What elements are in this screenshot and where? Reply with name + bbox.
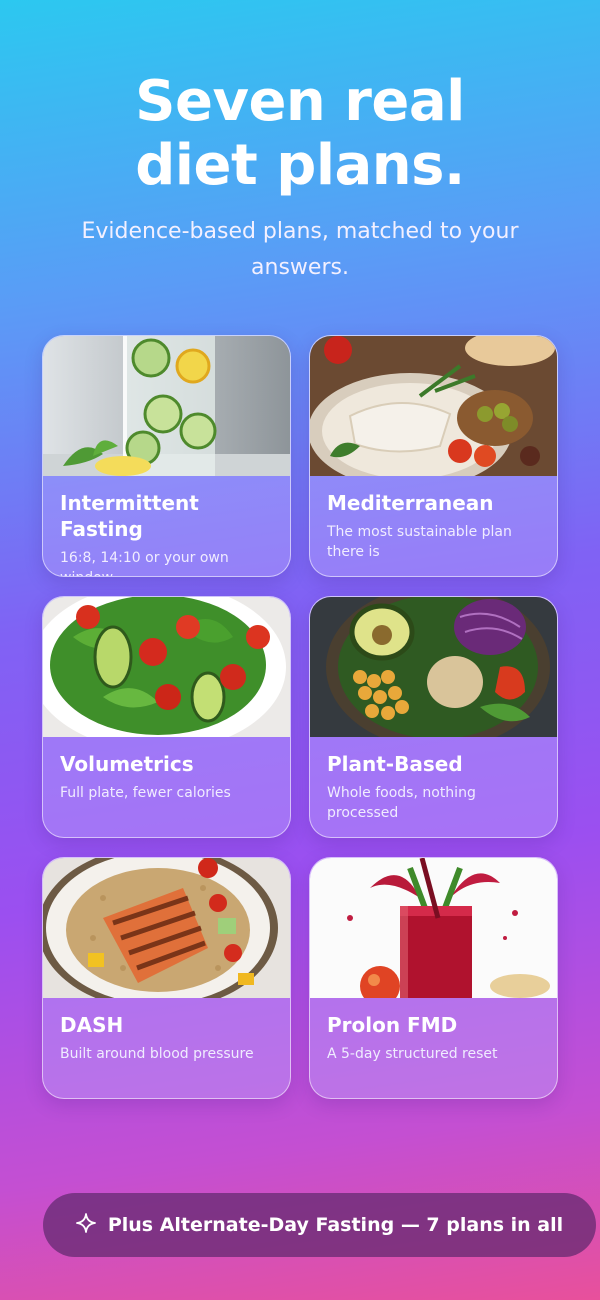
headline-line-2: diet plans.: [135, 133, 465, 198]
mediterranean-plate-image: [310, 336, 557, 476]
plan-description: A 5-day structured reset: [327, 1046, 498, 1062]
plan-title: Volumetrics: [60, 752, 194, 776]
plan-card-plant-based[interactable]: Plant-Based Whole foods, nothing process…: [309, 596, 558, 838]
plan-description: Full plate, fewer calories: [60, 785, 231, 801]
more-plans-banner[interactable]: Plus Alternate-Day Fasting — 7 plans in …: [43, 1193, 596, 1257]
salmon-plate-image: [43, 858, 290, 998]
plan-title: DASH: [60, 1013, 124, 1037]
headline: Seven real diet plans.: [0, 70, 600, 198]
plan-title: Plant-Based: [327, 752, 463, 776]
more-plans-text: Plus Alternate-Day Fasting — 7 plans in …: [107, 1214, 564, 1236]
sparkle-icon: [75, 1212, 96, 1238]
plan-description: Whole foods, nothing processed: [327, 785, 476, 821]
plan-card-intermittent-fasting[interactable]: Intermittent Fasting 16:8, 14:10 or your…: [42, 335, 291, 577]
buddha-bowl-image: [310, 597, 557, 737]
plan-title: Intermittent Fasting: [60, 491, 199, 541]
subtitle: Evidence-based plans, matched to your an…: [81, 219, 519, 280]
plan-card-prolon-fmd[interactable]: Prolon FMD A 5-day structured reset: [309, 857, 558, 1099]
headline-line-1: Seven real: [135, 69, 465, 134]
plan-card-mediterranean[interactable]: Mediterranean The most sustainable plan …: [309, 335, 558, 577]
plan-card-dash[interactable]: DASH Built around blood pressure: [42, 857, 291, 1099]
plan-description: Built around blood pressure: [60, 1046, 254, 1062]
plan-title: Prolon FMD: [327, 1013, 458, 1037]
plan-description: The most sustainable plan there is: [327, 524, 512, 560]
plan-title: Mediterranean: [327, 491, 494, 515]
plan-card-volumetrics[interactable]: Volumetrics Full plate, fewer calories: [42, 596, 291, 838]
salad-bowl-image: [43, 597, 290, 737]
beet-juice-image: [310, 858, 557, 998]
plan-description: 16:8, 14:10 or your own window: [60, 550, 229, 576]
cucumber-water-image: [43, 336, 290, 476]
